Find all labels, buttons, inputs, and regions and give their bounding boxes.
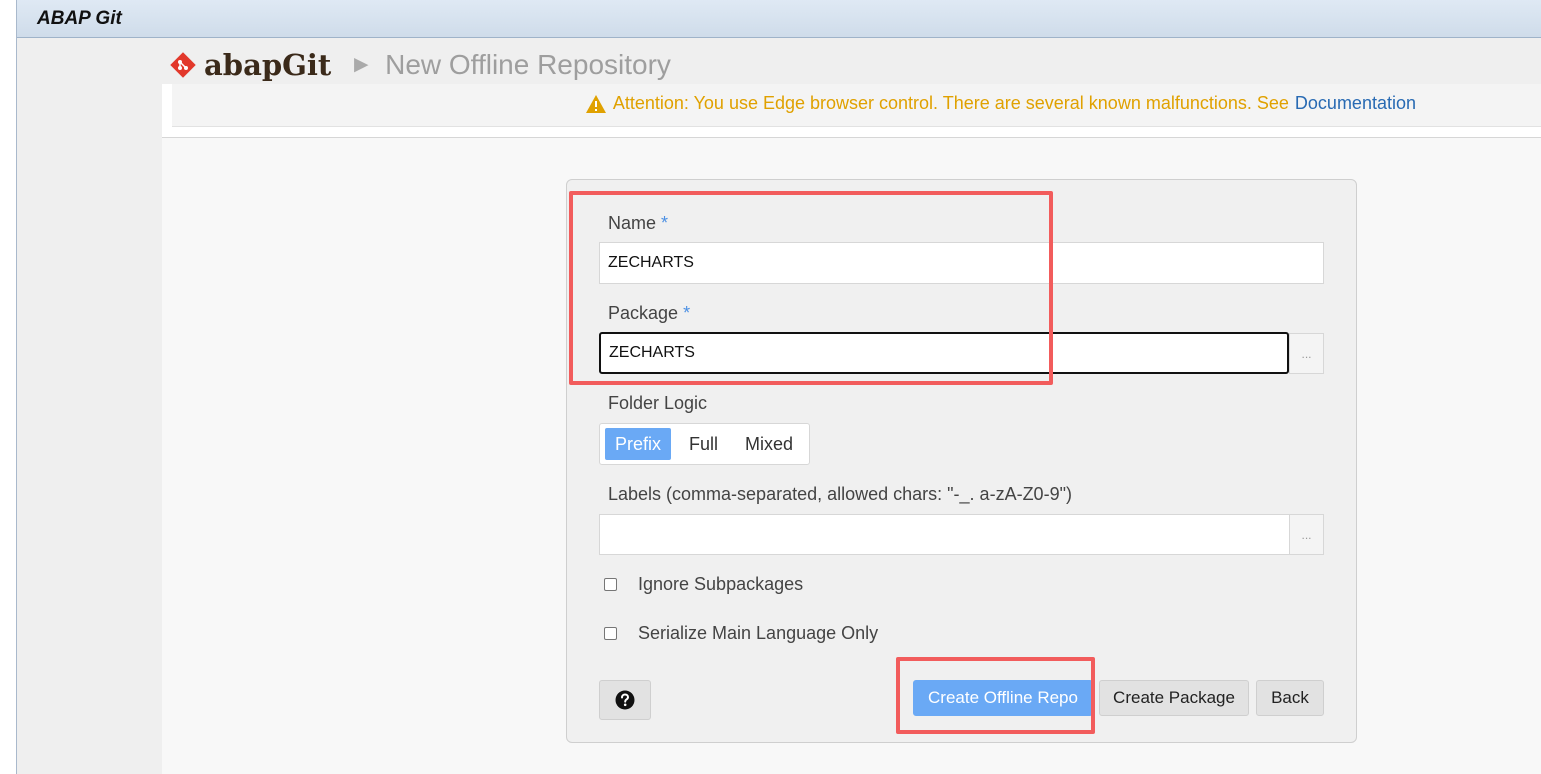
package-input[interactable] bbox=[599, 332, 1289, 374]
folder-logic-option-mixed[interactable]: Mixed bbox=[735, 428, 803, 460]
name-required-mark: * bbox=[661, 213, 669, 233]
folder-logic-radio-group: Prefix Full Mixed bbox=[599, 423, 810, 465]
breadcrumb-separator: ► bbox=[349, 51, 374, 78]
folder-logic-label: Folder Logic bbox=[608, 393, 708, 413]
notice-text: Attention: You use Edge browser control.… bbox=[612, 93, 1289, 113]
labels-input[interactable] bbox=[599, 514, 1290, 555]
page-title: New Offline Repository bbox=[385, 49, 671, 80]
documentation-link[interactable]: Documentation bbox=[1295, 93, 1416, 114]
left-margin bbox=[17, 38, 162, 774]
help-button[interactable] bbox=[599, 680, 651, 720]
package-label: Package * bbox=[608, 303, 691, 323]
ignore-subpackages-label[interactable]: Ignore Subpackages bbox=[638, 574, 803, 595]
name-input[interactable] bbox=[599, 242, 1324, 284]
window-title: ABAP Git bbox=[37, 8, 122, 29]
create-offline-repo-button[interactable]: Create Offline Repo bbox=[913, 680, 1093, 716]
serialize-main-language-checkbox[interactable] bbox=[604, 627, 617, 640]
git-logo-icon bbox=[170, 52, 196, 78]
labels-label: Labels (comma-separated, allowed chars: … bbox=[608, 484, 1072, 504]
notice-bar: Attention: You use Edge browser control.… bbox=[172, 84, 1541, 127]
header-logo-breadcrumb: abapGit ► New Offline Repository bbox=[170, 48, 671, 82]
labels-browse-button[interactable]: ... bbox=[1289, 514, 1324, 555]
create-package-button[interactable]: Create Package bbox=[1099, 680, 1249, 716]
serialize-main-language-label[interactable]: Serialize Main Language Only bbox=[638, 623, 878, 644]
back-button[interactable]: Back bbox=[1256, 680, 1324, 716]
package-browse-button[interactable]: ... bbox=[1289, 333, 1324, 374]
app-logo-text[interactable]: abapGit bbox=[204, 48, 331, 82]
package-required-mark: * bbox=[683, 303, 691, 323]
question-circle-icon bbox=[615, 690, 635, 710]
ignore-subpackages-checkbox[interactable] bbox=[604, 578, 617, 591]
serialize-main-language-row[interactable]: Serialize Main Language Only bbox=[604, 623, 878, 644]
folder-logic-option-full[interactable]: Full bbox=[679, 428, 728, 460]
warning-icon bbox=[585, 94, 606, 113]
ignore-subpackages-row[interactable]: Ignore Subpackages bbox=[604, 574, 803, 595]
folder-logic-option-prefix[interactable]: Prefix bbox=[605, 428, 672, 460]
name-label: Name * bbox=[608, 213, 669, 233]
window-titlebar: ABAP Git bbox=[17, 0, 1541, 38]
edge-warning-notice: Attention: You use Edge browser control.… bbox=[585, 93, 1416, 114]
